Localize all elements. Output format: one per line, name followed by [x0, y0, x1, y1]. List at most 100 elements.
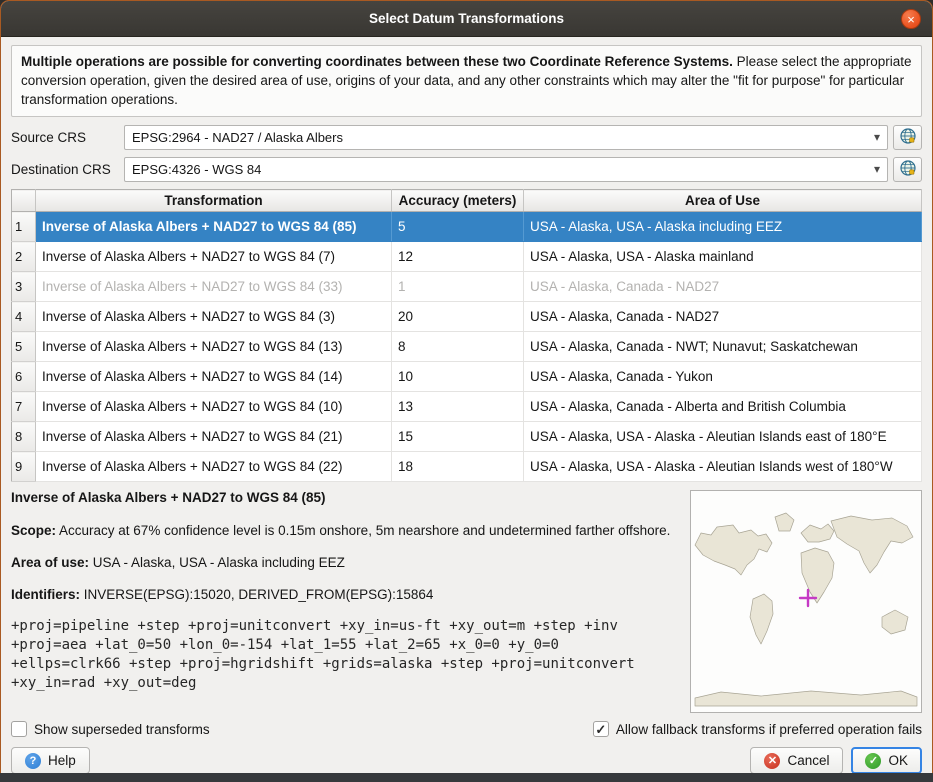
cell-transformation[interactable]: Inverse of Alaska Albers + NAD27 to WGS … — [36, 272, 392, 302]
column-header-accuracy[interactable]: Accuracy (meters) — [392, 190, 524, 212]
row-number: 7 — [12, 392, 36, 422]
cell-transformation[interactable]: Inverse of Alaska Albers + NAD27 to WGS … — [36, 302, 392, 332]
source-crs-value: EPSG:2964 - NAD27 / Alaska Albers — [132, 130, 343, 145]
column-header-area[interactable]: Area of Use — [524, 190, 922, 212]
cell-transformation[interactable]: Inverse of Alaska Albers + NAD27 to WGS … — [36, 452, 392, 482]
row-number: 3 — [12, 272, 36, 302]
proj-string: +proj=pipeline +step +proj=unitconvert +… — [11, 617, 666, 693]
area-of-use-label: Area of use: — [11, 555, 89, 570]
description-bold: Multiple operations are possible for con… — [21, 54, 733, 69]
cancel-icon: ✕ — [764, 753, 780, 769]
cancel-label: Cancel — [787, 753, 829, 768]
table-row[interactable]: 8 Inverse of Alaska Albers + NAD27 to WG… — [12, 422, 922, 452]
table-row[interactable]: 4 Inverse of Alaska Albers + NAD27 to WG… — [12, 302, 922, 332]
close-button[interactable]: × — [901, 9, 921, 29]
dialog-content: Multiple operations are possible for con… — [1, 37, 932, 773]
checkbox-box-checked[interactable]: ✓ — [593, 721, 609, 737]
cell-area[interactable]: USA - Alaska, USA - Alaska - Aleutian Is… — [524, 452, 922, 482]
cell-area[interactable]: USA - Alaska, USA - Alaska mainland — [524, 242, 922, 272]
cell-accuracy[interactable]: 13 — [392, 392, 524, 422]
allow-fallback-label: Allow fallback transforms if preferred o… — [616, 722, 922, 737]
cell-area[interactable]: USA - Alaska, USA - Alaska including EEZ — [524, 212, 922, 242]
cell-area[interactable]: USA - Alaska, Canada - NAD27 — [524, 302, 922, 332]
row-number: 5 — [12, 332, 36, 362]
area-of-use-map-preview — [690, 490, 922, 713]
options-row: Show superseded transforms ✓ Allow fallb… — [11, 719, 922, 739]
world-map — [691, 491, 921, 712]
cell-accuracy[interactable]: 18 — [392, 452, 524, 482]
desktop-background: Select Datum Transformations × Multiple … — [0, 0, 933, 782]
transformation-details: Inverse of Alaska Albers + NAD27 to WGS … — [11, 490, 678, 713]
table-corner-cell — [12, 190, 36, 212]
cell-transformation[interactable]: Inverse of Alaska Albers + NAD27 to WGS … — [36, 392, 392, 422]
cell-accuracy[interactable]: 8 — [392, 332, 524, 362]
cell-accuracy[interactable]: 12 — [392, 242, 524, 272]
destination-crs-value: EPSG:4326 - WGS 84 — [132, 162, 261, 177]
row-number: 1 — [12, 212, 36, 242]
row-number: 8 — [12, 422, 36, 452]
row-number: 4 — [12, 302, 36, 332]
table-row[interactable]: 7 Inverse of Alaska Albers + NAD27 to WG… — [12, 392, 922, 422]
details-scope: Scope: Accuracy at 67% confidence level … — [11, 521, 671, 540]
cell-transformation[interactable]: Inverse of Alaska Albers + NAD27 to WGS … — [36, 332, 392, 362]
destination-crs-picker-button[interactable] — [893, 157, 922, 182]
identifiers-label: Identifiers: — [11, 587, 80, 602]
row-number: 9 — [12, 452, 36, 482]
destination-crs-combobox[interactable]: EPSG:4326 - WGS 84 ▾ — [124, 157, 888, 182]
cell-transformation[interactable]: Inverse of Alaska Albers + NAD27 to WGS … — [36, 212, 392, 242]
help-icon: ? — [25, 753, 41, 769]
allow-fallback-checkbox[interactable]: ✓ Allow fallback transforms if preferred… — [593, 721, 922, 737]
table-row[interactable]: 5 Inverse of Alaska Albers + NAD27 to WG… — [12, 332, 922, 362]
select-datum-transformations-dialog: Select Datum Transformations × Multiple … — [0, 0, 933, 773]
cell-area[interactable]: USA - Alaska, Canada - Alberta and Briti… — [524, 392, 922, 422]
destination-crs-row: Destination CRS EPSG:4326 - WGS 84 ▾ — [11, 157, 922, 182]
show-superseded-checkbox[interactable]: Show superseded transforms — [11, 721, 210, 737]
ok-label: OK — [888, 753, 908, 768]
table-row[interactable]: 1 Inverse of Alaska Albers + NAD27 to WG… — [12, 212, 922, 242]
table-row[interactable]: 2 Inverse of Alaska Albers + NAD27 to WG… — [12, 242, 922, 272]
details-section: Inverse of Alaska Albers + NAD27 to WGS … — [11, 490, 922, 713]
cell-area[interactable]: USA - Alaska, Canada - Yukon — [524, 362, 922, 392]
titlebar[interactable]: Select Datum Transformations × — [1, 1, 932, 37]
chevron-down-icon: ▾ — [874, 162, 880, 176]
table-row[interactable]: 6 Inverse of Alaska Albers + NAD27 to WG… — [12, 362, 922, 392]
chevron-down-icon: ▾ — [874, 130, 880, 144]
table-row[interactable]: 3 Inverse of Alaska Albers + NAD27 to WG… — [12, 272, 922, 302]
source-crs-row: Source CRS EPSG:2964 - NAD27 / Alaska Al… — [11, 125, 922, 150]
details-identifiers: Identifiers: INVERSE(EPSG):15020, DERIVE… — [11, 585, 671, 604]
close-icon: × — [907, 12, 915, 27]
scope-text: Accuracy at 67% confidence level is 0.15… — [56, 523, 670, 538]
description-box: Multiple operations are possible for con… — [11, 45, 922, 117]
row-number: 2 — [12, 242, 36, 272]
cell-accuracy[interactable]: 20 — [392, 302, 524, 332]
identifiers-text: INVERSE(EPSG):15020, DERIVED_FROM(EPSG):… — [80, 587, 433, 602]
source-crs-combobox[interactable]: EPSG:2964 - NAD27 / Alaska Albers ▾ — [124, 125, 888, 150]
cell-accuracy[interactable]: 1 — [392, 272, 524, 302]
source-crs-picker-button[interactable] — [893, 125, 922, 150]
check-icon: ✓ — [595, 723, 606, 736]
checkbox-box-unchecked[interactable] — [11, 721, 27, 737]
cell-transformation[interactable]: Inverse of Alaska Albers + NAD27 to WGS … — [36, 422, 392, 452]
cell-transformation[interactable]: Inverse of Alaska Albers + NAD27 to WGS … — [36, 242, 392, 272]
table-header-row: Transformation Accuracy (meters) Area of… — [12, 190, 922, 212]
destination-crs-label: Destination CRS — [11, 162, 124, 177]
cell-area[interactable]: USA - Alaska, USA - Alaska - Aleutian Is… — [524, 422, 922, 452]
column-header-transformation[interactable]: Transformation — [36, 190, 392, 212]
cell-accuracy[interactable]: 10 — [392, 362, 524, 392]
cell-area[interactable]: USA - Alaska, Canada - NAD27 — [524, 272, 922, 302]
cancel-button[interactable]: ✕ Cancel — [750, 747, 843, 773]
crs-globe-icon — [899, 127, 917, 148]
cell-accuracy[interactable]: 5 — [392, 212, 524, 242]
crs-globe-icon — [899, 159, 917, 180]
cell-accuracy[interactable]: 15 — [392, 422, 524, 452]
ok-icon: ✓ — [865, 753, 881, 769]
scope-label: Scope: — [11, 523, 56, 538]
area-of-use-text: USA - Alaska, USA - Alaska including EEZ — [89, 555, 345, 570]
show-superseded-label: Show superseded transforms — [34, 722, 210, 737]
table-row[interactable]: 9 Inverse of Alaska Albers + NAD27 to WG… — [12, 452, 922, 482]
help-button[interactable]: ? Help — [11, 747, 90, 773]
details-title: Inverse of Alaska Albers + NAD27 to WGS … — [11, 490, 678, 505]
cell-area[interactable]: USA - Alaska, Canada - NWT; Nunavut; Sas… — [524, 332, 922, 362]
cell-transformation[interactable]: Inverse of Alaska Albers + NAD27 to WGS … — [36, 362, 392, 392]
ok-button[interactable]: ✓ OK — [851, 747, 922, 773]
